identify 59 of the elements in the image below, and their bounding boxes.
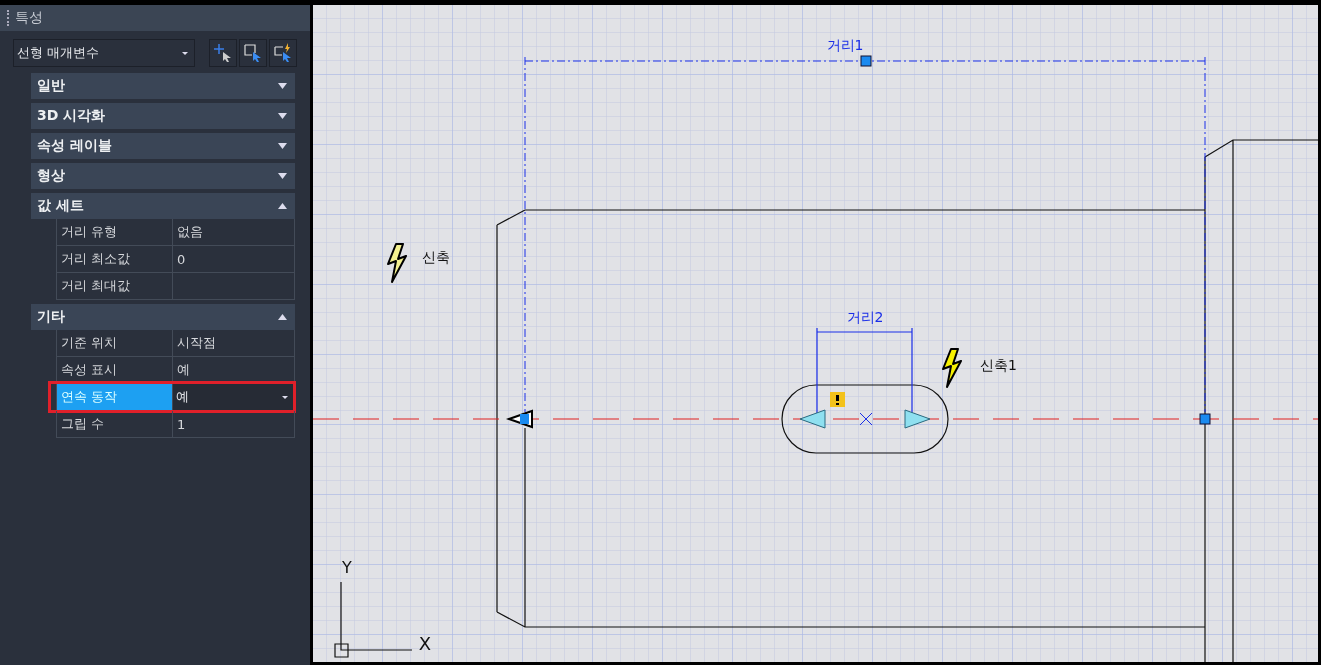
drag-handle-icon[interactable] bbox=[7, 10, 11, 26]
grip-square[interactable] bbox=[860, 55, 872, 67]
property-value: 예 bbox=[176, 361, 191, 379]
property-value: 0 bbox=[176, 250, 187, 269]
dropdown-caret-icon bbox=[282, 395, 288, 399]
collapse-arrow-icon bbox=[278, 314, 287, 320]
property-label: 거리 최대값 bbox=[57, 273, 173, 299]
crosshair-pointer-icon bbox=[213, 43, 233, 63]
property-value: 시작점 bbox=[176, 334, 217, 352]
cross-marker-icon bbox=[859, 412, 873, 426]
property-row[interactable]: 거리 최소값 0 bbox=[56, 246, 295, 273]
property-label: 기준 위치 bbox=[57, 330, 173, 356]
grip-square[interactable] bbox=[1199, 413, 1211, 425]
property-dropdown[interactable]: 예 bbox=[173, 384, 294, 410]
object-type-dropdown[interactable]: 선형 매개변수 bbox=[13, 39, 195, 67]
ucs-x-label: X bbox=[418, 633, 432, 654]
property-label: 거리 최소값 bbox=[57, 246, 173, 272]
drawing-canvas[interactable]: 거리1 신축 거리2 신축1 Y X bbox=[313, 5, 1318, 662]
box-pointer-icon bbox=[243, 43, 263, 63]
property-label: 거리 유형 bbox=[57, 219, 173, 245]
box-pointer-bolt-icon bbox=[273, 43, 293, 63]
property-row[interactable]: 그립 수 1 bbox=[56, 411, 295, 438]
property-row[interactable]: 기준 위치 시작점 bbox=[56, 330, 295, 357]
category-header[interactable]: 일반 bbox=[31, 73, 295, 99]
grip-arrow[interactable] bbox=[505, 409, 533, 429]
expand-arrow-icon bbox=[278, 113, 287, 119]
dropdown-value: 예 bbox=[176, 388, 189, 406]
expand-arrow-icon bbox=[278, 173, 287, 179]
panel-title: 특성 bbox=[15, 9, 43, 27]
dimension-label: 거리1 bbox=[826, 37, 864, 53]
ucs-y-label: Y bbox=[342, 558, 352, 577]
category-header[interactable]: 형상 bbox=[31, 163, 295, 189]
property-label: 속성 표시 bbox=[57, 357, 173, 383]
category-header[interactable]: 3D 시각화 bbox=[31, 103, 295, 129]
property-row[interactable]: 거리 최대값 bbox=[56, 273, 295, 300]
property-label: 그립 수 bbox=[57, 411, 173, 437]
expand-arrow-icon bbox=[278, 143, 287, 149]
lightning-icon bbox=[942, 348, 962, 388]
property-value: 없음 bbox=[176, 223, 204, 241]
stretch-arrow[interactable] bbox=[904, 409, 931, 429]
warning-icon bbox=[830, 392, 845, 407]
property-value: 1 bbox=[176, 415, 187, 434]
property-row[interactable]: 거리 유형 없음 bbox=[56, 219, 295, 246]
dropdown-value: 선형 매개변수 bbox=[17, 44, 100, 62]
dropdown-caret-icon bbox=[182, 51, 188, 55]
select-objects-button[interactable] bbox=[209, 39, 237, 67]
quick-select-button[interactable] bbox=[239, 39, 267, 67]
lightning-icon bbox=[387, 243, 407, 283]
action-label: 신축1 bbox=[980, 357, 1017, 373]
category-header[interactable]: 기타 bbox=[31, 304, 295, 330]
category-header[interactable]: 값 세트 bbox=[31, 193, 295, 219]
expand-arrow-icon bbox=[278, 83, 287, 89]
stretch-arrow[interactable] bbox=[799, 409, 826, 429]
property-label: 연속 동작 bbox=[57, 384, 173, 410]
collapse-arrow-icon bbox=[278, 203, 287, 209]
category-header[interactable]: 속성 레이블 bbox=[31, 133, 295, 159]
dimension-label: 거리2 bbox=[846, 309, 884, 325]
pickadd-button[interactable] bbox=[269, 39, 297, 67]
action-label: 신축 bbox=[422, 249, 450, 265]
